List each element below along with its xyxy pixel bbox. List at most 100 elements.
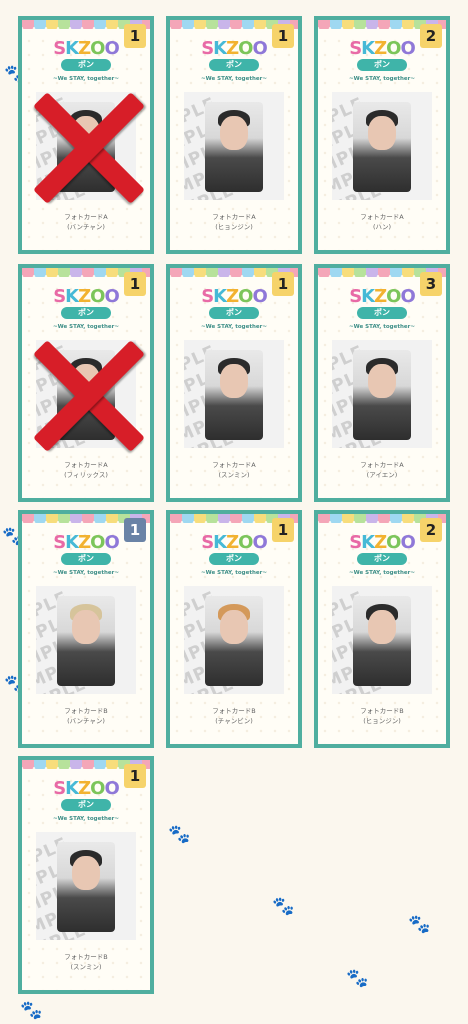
photocard-tile[interactable]: 1 SKZOO ポン ~We STAY, together~ SAMPLESAM… (18, 264, 154, 502)
logo-tagline: ~We STAY, together~ (349, 324, 415, 330)
card-type-label: フォトカードA (64, 213, 108, 221)
quantity-badge: 1 (124, 518, 146, 542)
photo-area: SAMPLESAMPLESAMPLESAMPLESAMPLESAMPLE (332, 586, 432, 694)
logo-letter: K (361, 38, 375, 59)
logo-title: SKZOO (343, 286, 421, 308)
card-type-label: フォトカードB (64, 953, 108, 961)
photocard-tile[interactable]: 2 SKZOO ポン ~We STAY, together~ SAMPLE SAM… (314, 16, 450, 254)
logo-letter: O (252, 532, 267, 553)
logo-ribbon: ポン (357, 553, 407, 565)
logo-letter: S (53, 38, 66, 59)
logo-letter: K (361, 532, 375, 553)
card-label: フォトカードB (チャンビン) (170, 706, 298, 726)
logo-letter: O (90, 286, 105, 307)
logo-letter: K (361, 286, 375, 307)
quantity-badge: 2 (420, 518, 442, 542)
photocard-tile[interactable]: 1 SKZOO ポン ~We STAY, together~ SAMPLESAM… (18, 16, 154, 254)
card-label: フォトカードB (スンミン) (22, 952, 150, 972)
logo-letter: O (238, 532, 253, 553)
member-photo (205, 102, 263, 192)
logo-letter: S (201, 38, 214, 59)
logo-letter: Z (78, 778, 91, 799)
photocard-grid: 1 SKZOO ポン ~We STAY, together~ SAMPLESAM… (0, 0, 468, 1024)
quantity-badge: 1 (272, 24, 294, 48)
logo-letter: K (213, 532, 227, 553)
logo-letter: O (104, 38, 119, 59)
logo-letter: K (65, 532, 79, 553)
photo-face (368, 364, 396, 398)
logo-letter: S (53, 532, 66, 553)
crossed-out-mark (28, 336, 150, 456)
member-name: (アイエン) (366, 471, 398, 479)
logo-tagline: ~We STAY, together~ (349, 76, 415, 82)
card-label: フォトカードA (ヒョンジン) (170, 212, 298, 232)
logo-letter: S (53, 286, 66, 307)
logo-letter: O (252, 286, 267, 307)
card-label: フォトカードA (バンチャン) (22, 212, 150, 232)
logo-letter: Z (226, 532, 239, 553)
logo-title: SKZOO (47, 286, 125, 308)
logo-tagline: ~We STAY, together~ (53, 324, 119, 330)
logo-letter: O (238, 286, 253, 307)
member-photo (205, 596, 263, 686)
logo-letter: Z (226, 286, 239, 307)
photo-face (72, 610, 100, 644)
card-type-label: フォトカードB (360, 707, 404, 715)
photocard-tile[interactable]: 1 SKZOO ポン ~We STAY, together~ SAMPLESAM… (18, 756, 154, 994)
logo-ribbon: ポン (209, 307, 259, 319)
logo-tagline: ~We STAY, together~ (201, 324, 267, 330)
photocard-tile[interactable]: 1 SKZOO ポン ~We STAY, together~ SAMPLESAM… (166, 16, 302, 254)
logo-letter: O (400, 532, 415, 553)
logo-title: SKZOO (343, 38, 421, 60)
member-name: (スンミン) (70, 963, 102, 971)
quantity-badge: 1 (272, 272, 294, 296)
photo-area: SAMPLESAMPLESAMPLESAMPLESAMPLESAMPLE (332, 340, 432, 448)
photo-area: SAMPLESAMPLESAMPLESAMPLESAMPLESAMPLE (184, 92, 284, 200)
logo-tagline: ~We STAY, together~ (201, 570, 267, 576)
photo-face (72, 856, 100, 890)
logo-title: SKZOO (195, 286, 273, 308)
logo-ribbon: ポン (357, 59, 407, 71)
skzoo-logo: SKZOO ポン ~We STAY, together~ (195, 286, 273, 332)
member-photo (57, 596, 115, 686)
photo-area: SAMPLESAMPLESAMPLESAMPLESAMPLESAMPLE (184, 340, 284, 448)
logo-tagline: ~We STAY, together~ (53, 816, 119, 822)
logo-letter: O (252, 38, 267, 59)
quantity-badge: 1 (124, 764, 146, 788)
member-name: (バンチャン) (67, 717, 105, 725)
quantity-badge: 1 (124, 272, 146, 296)
logo-ribbon: ポン (209, 59, 259, 71)
photocard-tile[interactable]: 1 SKZOO ポン ~We STAY, together~ SAMPLESAM… (166, 264, 302, 502)
logo-ribbon: ポン (357, 307, 407, 319)
logo-ribbon: ポン (61, 553, 111, 565)
photocard-tile[interactable]: 1 SKZOO ポン ~We STAY, together~ SAMPLESAM… (166, 510, 302, 748)
photocard-tile[interactable]: 2 SKZOO ポン ~We STAY, together~ SAMPLE SAM… (314, 510, 450, 748)
member-photo (205, 350, 263, 440)
photo-face (220, 116, 248, 150)
photocard-tile[interactable]: 3 SKZOO ポン ~We STAY, together~ SAMPLE SAM… (314, 264, 450, 502)
card-label: フォトカードA (スンミン) (170, 460, 298, 480)
logo-letter: Z (78, 38, 91, 59)
card-type-label: フォトカードA (212, 213, 256, 221)
logo-letter: O (400, 38, 415, 59)
logo-letter: S (349, 286, 362, 307)
logo-letter: O (238, 38, 253, 59)
skzoo-logo: SKZOO ポン ~We STAY, together~ (47, 778, 125, 824)
photo-face (368, 116, 396, 150)
photo-face (220, 610, 248, 644)
logo-letter: Z (374, 286, 387, 307)
logo-letter: K (213, 286, 227, 307)
logo-letter: S (201, 532, 214, 553)
logo-letter: O (104, 778, 119, 799)
logo-letter: O (386, 532, 401, 553)
logo-title: SKZOO (47, 532, 125, 554)
member-name: (チャンビン) (215, 717, 253, 725)
logo-tagline: ~We STAY, together~ (53, 76, 119, 82)
card-type-label: フォトカードB (64, 707, 108, 715)
member-name: (ヒョンジン) (215, 223, 253, 231)
logo-title: SKZOO (47, 778, 125, 800)
photocard-tile[interactable]: 1 SKZOO ポン ~We STAY, together~ SAMPLESAM… (18, 510, 154, 748)
card-label: フォトカードB (バンチャン) (22, 706, 150, 726)
logo-letter: K (65, 286, 79, 307)
photo-area: SAMPLESAMPLESAMPLESAMPLESAMPLESAMPLE (36, 586, 136, 694)
